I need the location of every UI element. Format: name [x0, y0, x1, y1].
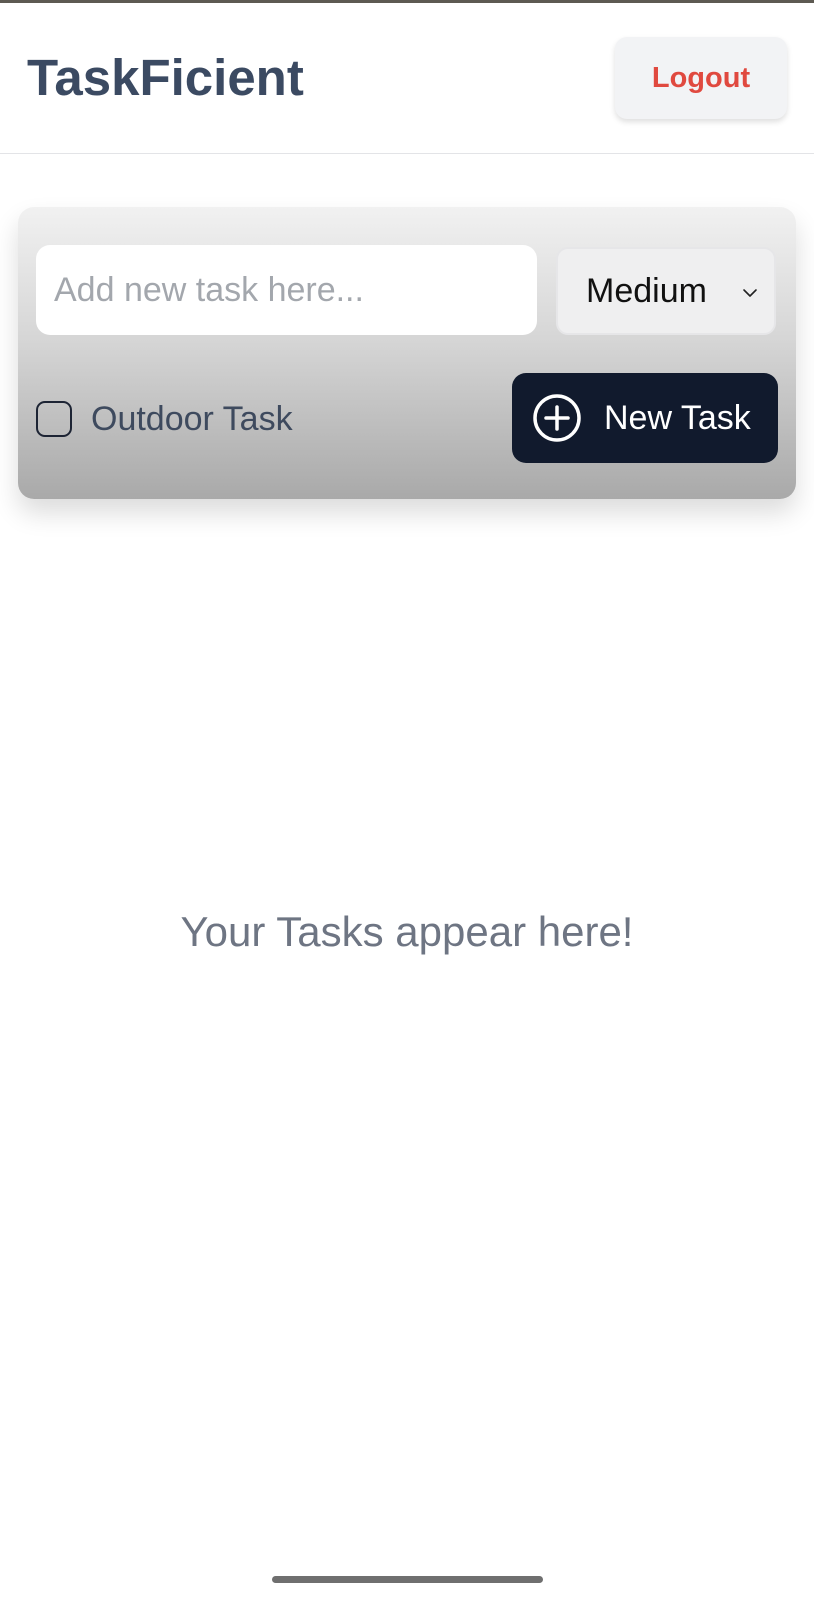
- outdoor-task-checkbox[interactable]: [36, 401, 72, 437]
- outdoor-task-label: Outdoor Task: [91, 399, 293, 438]
- outdoor-task-option[interactable]: Outdoor Task: [36, 399, 293, 439]
- app-title: TaskFicient: [27, 49, 304, 106]
- task-input[interactable]: [36, 245, 537, 335]
- chevron-down-icon: [743, 289, 757, 297]
- priority-selected-value: Medium: [586, 271, 707, 310]
- priority-select[interactable]: Medium: [556, 247, 776, 335]
- plus-circle-icon: [533, 394, 581, 442]
- logout-button[interactable]: Logout: [615, 37, 787, 119]
- home-indicator[interactable]: [272, 1576, 543, 1583]
- app-screen: TaskFicient Logout Medium Outdoor Task N…: [0, 0, 814, 1600]
- new-task-button[interactable]: New Task: [512, 373, 778, 463]
- empty-tasks-message: Your Tasks appear here!: [180, 908, 634, 955]
- new-task-label: New Task: [604, 398, 751, 437]
- new-task-card: Medium Outdoor Task New Task: [18, 207, 796, 499]
- app-header: TaskFicient Logout: [0, 3, 814, 154]
